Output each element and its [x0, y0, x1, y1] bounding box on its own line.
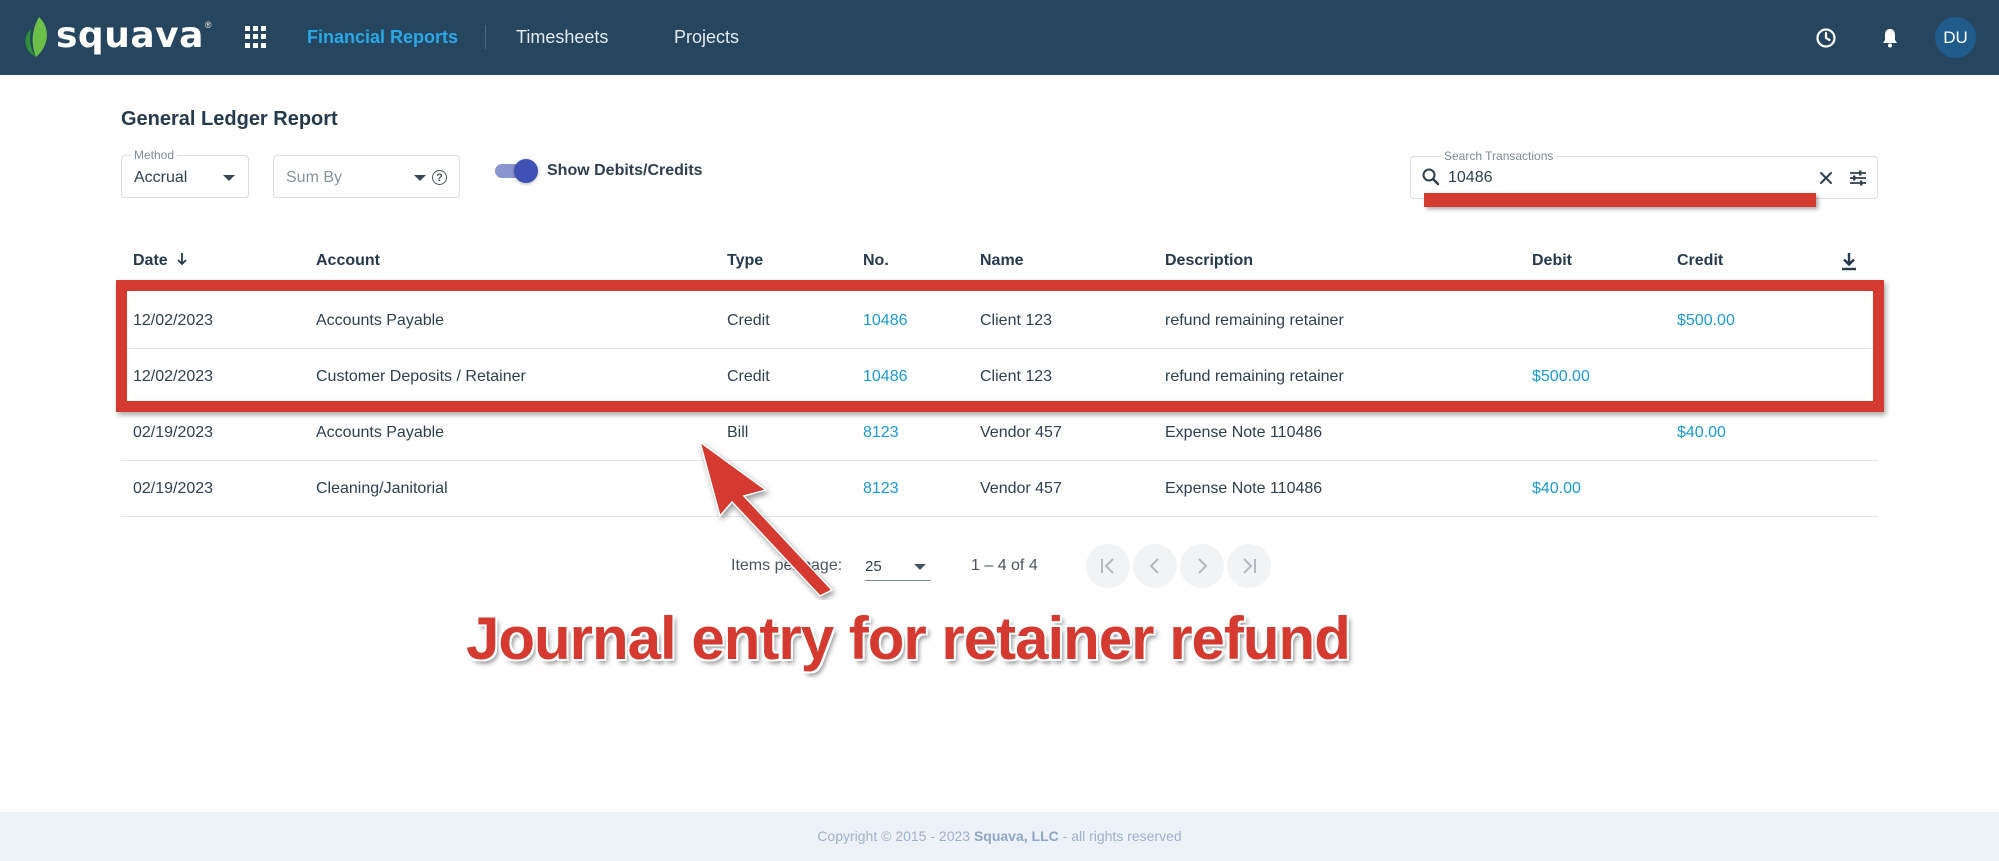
search-legend: Search Transactions — [1441, 149, 1557, 163]
table-row[interactable]: 02/19/2023 Accounts Payable Bill 8123 Ve… — [121, 405, 1878, 461]
squava-logo[interactable]: squava ® — [22, 12, 212, 62]
cell-description: Expense Note 110486 — [1165, 480, 1323, 497]
annotation-underline — [1424, 193, 1816, 207]
method-select[interactable]: Method Accrual — [121, 148, 249, 198]
page-range-label: 1 – 4 of 4 — [971, 557, 1038, 574]
column-header-date-label: Date — [133, 252, 168, 269]
column-header-type[interactable]: Type — [727, 252, 763, 270]
column-header-account[interactable]: Account — [316, 252, 380, 270]
close-icon[interactable] — [1816, 168, 1836, 188]
nav-financial-reports[interactable]: Financial Reports — [307, 27, 458, 48]
company-name[interactable]: Squava, LLC — [974, 828, 1059, 844]
chevron-right-icon — [1198, 558, 1208, 574]
column-header-no[interactable]: No. — [863, 252, 889, 270]
next-page-button[interactable] — [1180, 544, 1224, 588]
cell-number-link[interactable]: 8123 — [863, 480, 899, 498]
column-header-credit[interactable]: Credit — [1677, 252, 1723, 270]
cell-date: 02/19/2023 — [133, 424, 214, 441]
table-header: Date Account Type No. Name Description D… — [121, 245, 1878, 275]
leaf-logo-icon — [25, 17, 47, 57]
annotation-caption: Journal entry for retainer refund — [466, 605, 1351, 672]
chevron-down-icon — [914, 564, 926, 570]
nav-projects[interactable]: Projects — [674, 27, 739, 48]
clock-icon[interactable] — [1814, 26, 1838, 50]
annotation-highlight-box — [116, 280, 1884, 412]
column-header-date[interactable]: Date — [133, 252, 188, 270]
column-header-description[interactable]: Description — [1165, 252, 1253, 270]
cell-account: Cleaning/Janitorial — [316, 480, 448, 497]
show-debits-credits-label: Show Debits/Credits — [547, 162, 703, 179]
trademark-mark: ® — [204, 20, 212, 30]
page-size-value: 25 — [865, 558, 882, 575]
bell-icon[interactable] — [1878, 26, 1902, 50]
table-row[interactable]: 02/19/2023 Cleaning/Janitorial Bill 8123… — [121, 461, 1878, 517]
copyright-prefix: Copyright © 2015 - 2023 — [817, 828, 974, 844]
sum-by-placeholder: Sum By — [286, 169, 343, 186]
chevron-down-icon — [414, 175, 426, 181]
first-page-button[interactable] — [1086, 544, 1130, 588]
last-page-icon — [1243, 558, 1256, 574]
previous-page-button[interactable] — [1133, 544, 1177, 588]
nav-timesheets[interactable]: Timesheets — [516, 27, 608, 48]
annotation-arrow-icon — [698, 440, 834, 597]
cell-name: Vendor 457 — [980, 424, 1062, 441]
copyright-text: Copyright © 2015 - 2023 Squava, LLC - al… — [0, 828, 1999, 844]
page-size-select[interactable]: 25 — [865, 553, 931, 581]
method-legend: Method — [131, 148, 178, 162]
user-avatar[interactable]: DU — [1935, 17, 1976, 58]
last-page-button[interactable] — [1227, 544, 1271, 588]
show-debits-credits-toggle[interactable] — [495, 158, 539, 183]
chevron-left-icon — [1149, 558, 1159, 574]
sum-by-select[interactable]: Sum By ? — [273, 155, 460, 198]
nav-divider — [485, 25, 486, 49]
logo-text: squava — [56, 14, 204, 56]
cell-description: Expense Note 110486 — [1165, 424, 1323, 441]
page-title: General Ledger Report — [121, 108, 338, 130]
toggle-knob — [514, 159, 538, 183]
top-navigation-bar: squava ® Financial Reports Timesheets Pr… — [0, 0, 1999, 75]
cell-number-link[interactable]: 8123 — [863, 424, 899, 442]
first-page-icon — [1101, 558, 1114, 574]
cell-account: Accounts Payable — [316, 424, 445, 441]
cell-debit: $40.00 — [1532, 480, 1581, 497]
copyright-suffix: - all rights reserved — [1058, 828, 1182, 844]
column-header-debit[interactable]: Debit — [1532, 252, 1572, 270]
apps-grid-icon[interactable] — [245, 26, 267, 48]
search-input[interactable]: 10486 — [1448, 169, 1493, 187]
search-icon — [1422, 168, 1440, 186]
download-icon[interactable] — [1839, 250, 1859, 272]
chevron-down-icon — [223, 175, 235, 181]
cell-credit: $40.00 — [1677, 424, 1726, 441]
footer: Copyright © 2015 - 2023 Squava, LLC - al… — [0, 812, 1999, 861]
cell-name: Vendor 457 — [980, 480, 1062, 497]
cell-date: 02/19/2023 — [133, 480, 214, 497]
help-icon[interactable]: ? — [432, 170, 447, 185]
column-header-name[interactable]: Name — [980, 252, 1024, 270]
method-value: Accrual — [134, 169, 188, 186]
filter-settings-icon[interactable] — [1848, 168, 1868, 188]
sort-arrow-down-icon — [177, 253, 187, 266]
